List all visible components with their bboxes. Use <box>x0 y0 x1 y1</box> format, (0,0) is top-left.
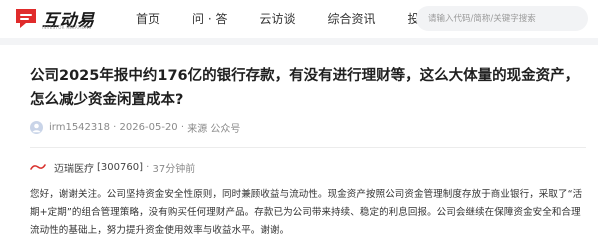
answer-time: 37分钟前 <box>152 163 196 175</box>
section-divider <box>30 147 586 148</box>
company-code[interactable]: [300760] <box>97 162 143 173</box>
answer-company: 迈瑞医疗 [300760] · 37分钟前 <box>30 160 196 175</box>
logo-subtitle: INVESTOR RELATIONS <box>42 25 92 30</box>
nav-item-news[interactable]: 综合资讯 <box>327 0 375 38</box>
question-date: 2026-05-20 <box>119 121 178 133</box>
nav-item-home[interactable]: 首页 <box>136 0 160 38</box>
question-author[interactable]: irm1542318 <box>49 122 110 133</box>
company-logo-icon <box>30 164 46 170</box>
company-name[interactable]: 迈瑞医疗 <box>54 160 94 175</box>
question-meta: irm1542318 · 2026-05-20 · 来源 公众号 <box>30 119 240 135</box>
search-box[interactable] <box>416 6 588 32</box>
meta-separator: · <box>110 121 120 133</box>
question-source: 来源 公众号 <box>187 123 241 135</box>
main-nav: 首页 问 · 答 云访谈 综合资讯 投票 <box>136 0 432 38</box>
logo-mark-icon <box>16 9 36 28</box>
answer-text: 您好，谢谢关注。公司坚持资金安全性原则，同时兼顾收益与流动性。现金资产按照公司资… <box>30 189 583 236</box>
header-divider <box>0 38 598 45</box>
search-input[interactable] <box>416 6 576 32</box>
user-avatar-icon[interactable] <box>30 120 43 134</box>
meta-separator: · <box>177 121 188 133</box>
site-logo[interactable]: 互动易 INVESTOR RELATIONS <box>14 5 114 33</box>
nav-item-qa[interactable]: 问 · 答 <box>192 0 227 38</box>
nav-item-interview[interactable]: 云访谈 <box>259 0 295 38</box>
meta-separator: · <box>142 161 153 173</box>
top-header: 互动易 INVESTOR RELATIONS 首页 问 · 答 云访谈 综合资讯… <box>0 0 598 38</box>
question-title: 公司2025年报中约176亿的银行存款，有没有进行理财等，这么大体量的现金资产，… <box>30 68 580 108</box>
